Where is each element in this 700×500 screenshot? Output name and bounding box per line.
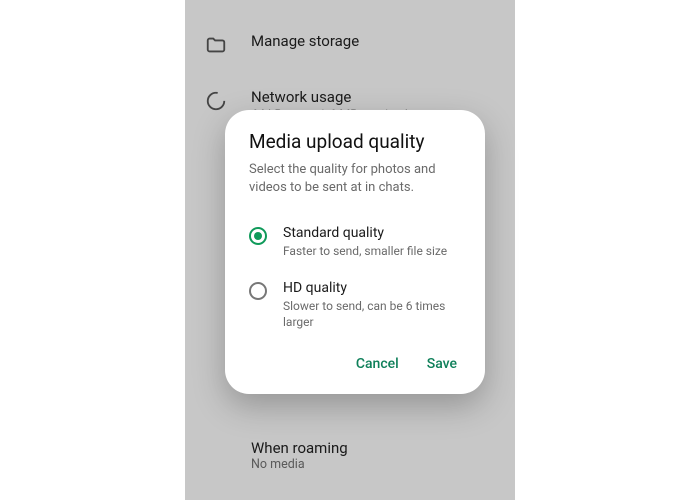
settings-item-when-roaming[interactable]: When roaming No media — [251, 439, 515, 472]
option-standard-quality[interactable]: Standard quality Faster to send, smaller… — [225, 215, 485, 269]
media-upload-quality-dialog: Media upload quality Select the quality … — [225, 110, 485, 394]
dialog-actions: Cancel Save — [225, 340, 485, 382]
option-subtext: Faster to send, smaller file size — [283, 243, 447, 259]
data-usage-icon — [205, 90, 227, 112]
option-label: Standard quality — [283, 225, 447, 241]
cancel-button[interactable]: Cancel — [356, 356, 399, 372]
option-text: Standard quality Faster to send, smaller… — [283, 225, 447, 259]
option-subtext: Slower to send, can be 6 times larger — [283, 298, 461, 330]
radio-unselected-icon — [249, 282, 267, 300]
option-hd-quality[interactable]: HD quality Slower to send, can be 6 time… — [225, 270, 485, 340]
settings-item-label: When roaming — [251, 439, 515, 457]
settings-item-label: Network usage — [251, 88, 408, 106]
option-label: HD quality — [283, 280, 461, 296]
settings-item-label: Manage storage — [251, 32, 359, 50]
option-text: HD quality Slower to send, can be 6 time… — [283, 280, 461, 330]
dialog-description: Select the quality for photos and videos… — [225, 161, 485, 215]
save-button[interactable]: Save — [427, 356, 457, 372]
settings-item-subtext: No media — [251, 457, 515, 472]
dialog-title: Media upload quality — [225, 130, 485, 161]
settings-item-text: Manage storage — [251, 32, 359, 50]
radio-selected-icon — [249, 227, 267, 245]
settings-item-manage-storage[interactable]: Manage storage — [185, 16, 515, 72]
folder-icon — [205, 34, 227, 56]
